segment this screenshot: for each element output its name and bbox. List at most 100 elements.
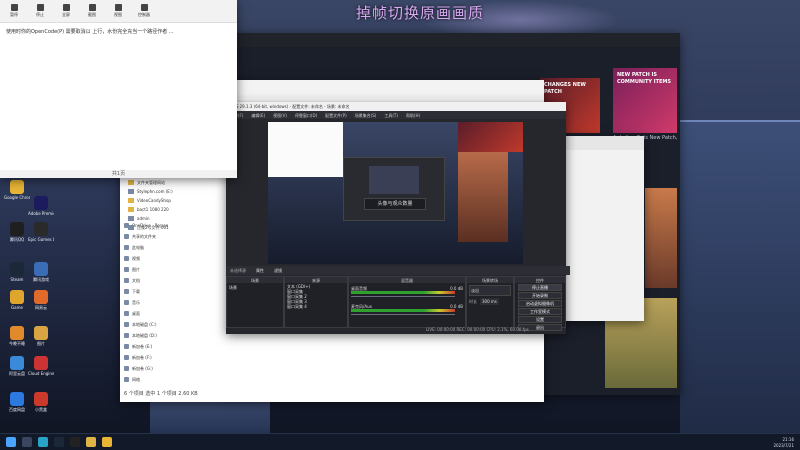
pc-icon	[124, 245, 129, 250]
desktop-icon[interactable]: Cloud Engine	[28, 356, 54, 378]
obs-scene-item[interactable]: 场景	[227, 283, 283, 292]
steam-news-2[interactable]: NEW PATCH IS COMMUNITY ITEMS	[613, 68, 677, 133]
download-icon	[124, 289, 129, 294]
desktop-icon[interactable]: 腾讯游戏	[28, 262, 54, 284]
desktop-icon[interactable]: 百度网盘	[4, 392, 30, 414]
toolbar-icon	[114, 4, 122, 11]
notepad-toolbar-button[interactable]: 全屏	[56, 0, 76, 22]
obs-volume-slider[interactable]	[351, 314, 455, 315]
desktop-icon[interactable]: Steam	[4, 262, 30, 284]
desktop-icon[interactable]: Adobe Premiere	[28, 196, 54, 218]
obs-duration-input[interactable]: 300 ms	[480, 298, 499, 305]
sidebar-item[interactable]: 新加卷 (E:)	[124, 341, 224, 352]
doc-icon	[124, 278, 129, 283]
obs-transition-select[interactable]: 淡出	[469, 285, 511, 296]
notepad-toolbar-button[interactable]: 截图	[82, 0, 102, 22]
desktop-icon[interactable]: Google Chrome	[4, 180, 30, 202]
notepad-toolbar-button[interactable]: 暂停	[4, 0, 24, 22]
sidebar-item[interactable]: 本地磁盘 (D:)	[124, 330, 224, 341]
sidebar-item[interactable]: 共享的文件夹	[124, 231, 224, 242]
obs-dock-title: 场景转场	[467, 277, 513, 283]
desktop-icon-label: 阿里云盘	[9, 371, 25, 376]
obs-menu-item[interactable]: 场景集合(S)	[355, 112, 377, 119]
folder-icon	[128, 225, 134, 230]
obs-menu-item[interactable]: 配置文件(P)	[325, 112, 347, 119]
toolbar-label: 停止	[36, 12, 44, 17]
sidebar-item-label: 视频	[132, 256, 140, 261]
obs-no-source: 未选择源	[230, 268, 246, 273]
desktop-icon-label: 今晚不睡	[9, 341, 25, 346]
obs-control-button[interactable]: 启动虚拟摄像机	[518, 300, 562, 307]
drive-icon	[124, 322, 129, 327]
obs-menu-item[interactable]: 停靠窗口(D)	[295, 112, 317, 119]
desktop-icon[interactable]: 网易云	[28, 290, 54, 312]
obs-dock: 来源 文本 (GDI+) 窗口采集 窗口采集 2 窗口采集 3 窗口采集 4	[284, 276, 348, 328]
sidebar-item[interactable]: 桌面	[124, 308, 224, 319]
notepad-toolbar-button[interactable]: 停止	[30, 0, 50, 22]
sidebar-item[interactable]: 本地磁盘 (C:)	[124, 319, 224, 330]
toolbar-label: 截图	[88, 12, 96, 17]
obs-control-button[interactable]: 设置	[518, 316, 562, 323]
list-item-label: bact1 1080 220	[137, 207, 169, 212]
sidebar-item[interactable]: 视频	[124, 253, 224, 264]
obs-filters-button[interactable]: 滤镜	[274, 267, 282, 274]
desktop-icon[interactable]: 今晚不睡	[4, 326, 30, 348]
desktop-icon-label: Game	[11, 305, 23, 310]
sidebar-item[interactable]: 新加卷 (G:)	[124, 363, 224, 374]
app-icon	[34, 356, 48, 370]
sidebar-item[interactable]: 图片	[124, 264, 224, 275]
obs-dock: 场景转场 淡出 时长 300 ms	[466, 276, 514, 328]
obs-menu-item[interactable]: 视图(V)	[273, 112, 287, 119]
sidebar-item[interactable]: 网络	[124, 374, 224, 385]
desktop-icon[interactable]: Game	[4, 290, 30, 312]
desktop-icon[interactable]: 小黑盒	[28, 392, 54, 414]
taskbar-explorer-icon[interactable]	[86, 437, 96, 447]
app-icon	[10, 326, 24, 340]
notepad-toolbar-button[interactable]: 视图	[108, 0, 128, 22]
obs-window[interactable]: OBS 29.1.3 (64-bit, windows) - 配置文件: 未命名…	[226, 102, 570, 334]
folder-icon	[128, 198, 134, 203]
start-button-icon[interactable]	[6, 437, 16, 447]
obs-source-item[interactable]: 窗口采集 4	[285, 303, 347, 309]
blank-window[interactable]	[562, 136, 644, 321]
overlay-caption: 掉帧切换原画画质	[355, 3, 484, 22]
drive-icon	[124, 333, 129, 338]
taskbar-steam-icon[interactable]	[54, 437, 64, 447]
sidebar-item[interactable]: 音乐	[124, 297, 224, 308]
steam-news-1-title: CHANGES NEW PATCH	[544, 82, 586, 95]
sidebar-item[interactable]: 此电脑	[124, 242, 224, 253]
notepad-body[interactable]: 使用时你的OpenCode(P) 需要取消以 上行，水份完全充当一个路径作者 .…	[0, 23, 237, 42]
sidebar-item[interactable]: 新加卷 (F:)	[124, 352, 224, 363]
notepad-window[interactable]: 暂停 停止 全屏 截图 视图 控制器 使用时你的OpenCode(P) 需要取消以 上行，…	[0, 0, 237, 178]
sidebar-item[interactable]: 下载	[124, 286, 224, 297]
app-icon	[10, 290, 24, 304]
desktop-icon[interactable]: 腾讯QQ	[4, 222, 30, 244]
folder-icon	[128, 189, 134, 194]
obs-volume-slider[interactable]	[351, 296, 455, 297]
obs-props-button[interactable]: 属性	[256, 267, 264, 274]
taskbar-search-icon[interactable]	[22, 437, 32, 447]
app-icon	[34, 392, 48, 406]
obs-menu-item[interactable]: 工具(T)	[384, 112, 398, 119]
app-icon	[34, 326, 48, 340]
obs-control-button[interactable]: 停止直播	[518, 284, 562, 291]
desktop-icon[interactable]: Epic Games Launcher	[28, 222, 54, 244]
obs-control-button[interactable]: 开始录制	[518, 292, 562, 299]
obs-control-button[interactable]: 工作室模式	[518, 308, 562, 315]
sidebar-item-label: 本地磁盘 (C:)	[132, 322, 157, 327]
explorer-sidebar: OneDrive - Person 共享的文件夹 此电脑 视频 图片 文档 下载 音乐 桌面 本地…	[124, 220, 224, 385]
notepad-toolbar-button[interactable]: 控制器	[134, 0, 154, 22]
toolbar-label: 控制器	[138, 12, 150, 17]
desktop-icon[interactable]: 图片	[28, 326, 54, 348]
obs-preview[interactable]: 头像与观众数量	[268, 122, 523, 264]
list-item-label: Stylephn.com (E:)	[137, 189, 173, 194]
obs-menu-item[interactable]: 编辑(E)	[251, 112, 265, 119]
taskbar-obs-icon[interactable]	[70, 437, 80, 447]
desktop-icon[interactable]: 阿里云盘	[4, 356, 30, 378]
taskbar-edge-icon[interactable]	[38, 437, 48, 447]
sidebar-item-label: 此电脑	[132, 245, 144, 250]
steam-titlebar	[225, 33, 680, 47]
sidebar-item[interactable]: 文档	[124, 275, 224, 286]
taskbar-chrome-icon[interactable]	[102, 437, 112, 447]
obs-menu-item[interactable]: 帮助(H)	[406, 112, 420, 119]
